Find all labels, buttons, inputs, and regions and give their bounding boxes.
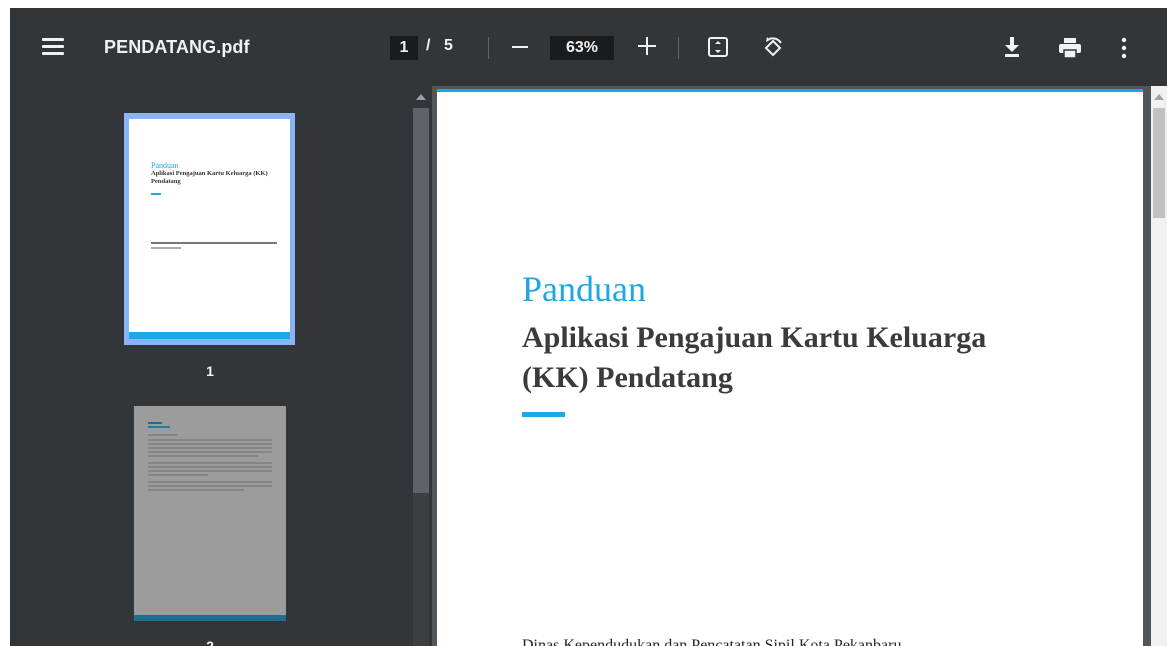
document-accent-rule [522, 412, 565, 417]
thumbnail-line [148, 485, 272, 487]
zoom-out-button[interactable] [506, 34, 534, 60]
document-page: Panduan Aplikasi Pengajuan Kartu Keluarg… [437, 89, 1143, 646]
thumbnail-line [148, 439, 272, 441]
zoom-level-input[interactable]: 63% [550, 36, 614, 60]
thumbnail-line [148, 426, 170, 428]
divider [488, 37, 489, 59]
thumbnail-line [148, 451, 272, 453]
fit-page-icon[interactable] [707, 36, 729, 58]
print-icon[interactable] [1059, 38, 1081, 59]
thumbnail-line [148, 455, 258, 457]
scrollbar-thumb[interactable] [413, 108, 429, 493]
thumbnail-line [148, 466, 272, 468]
scrollbar-thumb[interactable] [1153, 108, 1165, 218]
more-vert-icon[interactable] [1118, 37, 1130, 59]
rotate-icon[interactable] [760, 35, 786, 61]
document-title: Aplikasi Pengajuan Kartu Keluarga (KK) P… [522, 321, 987, 394]
thumbnail-line [148, 462, 272, 464]
thumbnail-page-1[interactable]: Panduan Aplikasi Pengajuan Kartu Keluarg… [124, 113, 295, 345]
sidebar-scrollbar[interactable] [410, 86, 432, 646]
document-scrollbar[interactable] [1151, 86, 1167, 646]
thumbnail-footer-line [151, 247, 181, 249]
document-footer: Dinas Kependudukan dan Pencatatan Sipil … [522, 637, 902, 646]
thumbnail-line [148, 489, 244, 491]
zoom-in-icon[interactable] [638, 37, 656, 55]
total-pages: 5 [444, 37, 453, 54]
thumbnail-page-2[interactable] [134, 406, 286, 621]
thumbnail-sidebar: Panduan Aplikasi Pengajuan Kartu Keluarg… [10, 86, 432, 646]
toolbar: PENDATANG.pdf 1 / 5 63% [10, 8, 1167, 86]
thumbnail-page-1-canvas: Panduan Aplikasi Pengajuan Kartu Keluarg… [129, 119, 290, 339]
thumbnail-line [148, 447, 272, 449]
thumbnail-line [148, 470, 272, 472]
thumbnail-rule [151, 193, 161, 195]
thumbnail-heading: Panduan [151, 161, 179, 170]
thumbnail-line [148, 434, 178, 436]
document-heading: Panduan [522, 269, 646, 309]
thumbnail-line [148, 422, 162, 424]
thumbnail-line [148, 481, 272, 483]
thumbnail-page-number: 1 [206, 363, 214, 379]
thumbnail-bottom-bar [129, 332, 290, 339]
thumbnail-page-number: 2 [206, 638, 214, 646]
divider [678, 37, 679, 59]
zoom-out-icon [512, 46, 528, 48]
scroll-up-arrow-icon[interactable] [1154, 94, 1164, 100]
thumbnail-footer-line [151, 242, 277, 244]
page-number-input[interactable]: 1 [390, 36, 418, 60]
thumbnail-line [148, 474, 208, 476]
download-icon[interactable] [1004, 37, 1020, 57]
file-title: PENDATANG.pdf [104, 37, 250, 57]
page-separator: / [426, 37, 431, 54]
thumbnail-title: Aplikasi Pengajuan Kartu Keluarga (KK) P… [151, 170, 268, 185]
scroll-up-arrow-icon[interactable] [416, 94, 426, 100]
thumbnail-bottom-bar [134, 615, 286, 621]
thumbnail-line [148, 443, 272, 445]
menu-icon[interactable] [40, 36, 66, 58]
pdf-viewer: PENDATANG.pdf 1 / 5 63% Panduan Aplikasi… [10, 8, 1167, 646]
